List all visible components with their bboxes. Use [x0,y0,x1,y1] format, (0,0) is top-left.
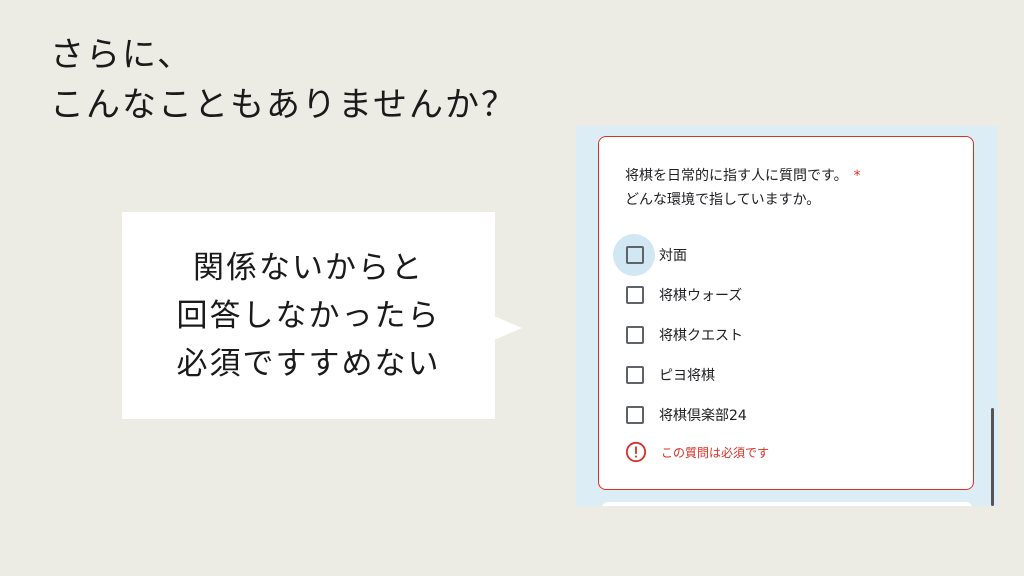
checkbox[interactable] [626,326,644,344]
checkbox[interactable] [626,246,644,264]
speech-callout: 関係ないからと 回答しなかったら 必須ですすめない [122,212,495,419]
slide-title: さらに、 こんなこともありませんか？ [50,30,517,130]
error-message: この質問は必須です [661,445,770,460]
callout-line-3: 必須ですすめない [176,345,441,382]
checkbox-wrap [613,397,657,433]
checkbox-wrap [613,357,657,393]
checkbox-options: 対面 将棋ウォーズ 将棋クエスト ピヨ将棋 将棋倶楽部24 [599,234,973,435]
option-piyo-shogi[interactable]: ピヨ将棋 [599,355,973,395]
option-label: 将棋ウォーズ [659,288,743,304]
checkbox[interactable] [626,406,644,424]
option-face-to-face[interactable]: 対面 [599,234,973,276]
question-line-1: 将棋を日常的に指す人に質問です。 [625,168,848,184]
callout-line-2: 回答しなかったら [176,297,441,334]
slide-title-line-2: こんなこともありませんか？ [50,85,517,125]
next-question-card [602,502,972,506]
callout-tail [494,316,522,340]
option-shogi-wars[interactable]: 将棋ウォーズ [599,275,973,315]
checkbox[interactable] [626,366,644,384]
option-label: 対面 [659,248,687,264]
checkbox[interactable] [626,286,644,304]
option-shogi-club-24[interactable]: 将棋倶楽部24 [599,395,973,435]
scrollbar[interactable] [991,408,994,506]
exclamation-circle-icon [625,441,647,463]
required-error: この質問は必須です [625,441,769,463]
option-label: 将棋倶楽部24 [659,408,747,424]
form-screenshot-panel: 将棋を日常的に指す人に質問です。 * どんな環境で指していますか。 対面 将棋ウォ… [576,126,998,506]
option-label: ピヨ将棋 [659,368,715,384]
question-text: 将棋を日常的に指す人に質問です。 * どんな環境で指していますか。 [625,164,861,212]
slide-title-line-1: さらに、 [50,35,193,75]
option-label: 将棋クエスト [659,328,743,344]
question-line-2: どんな環境で指していますか。 [625,192,821,208]
checkbox-focus-ring [613,234,657,276]
checkbox-wrap [613,277,657,313]
checkbox-wrap [613,317,657,353]
required-asterisk: * [853,168,861,184]
option-shogi-quest[interactable]: 将棋クエスト [599,315,973,355]
question-card: 将棋を日常的に指す人に質問です。 * どんな環境で指していますか。 対面 将棋ウォ… [598,136,974,490]
callout-line-1: 関係ないからと [193,249,424,286]
